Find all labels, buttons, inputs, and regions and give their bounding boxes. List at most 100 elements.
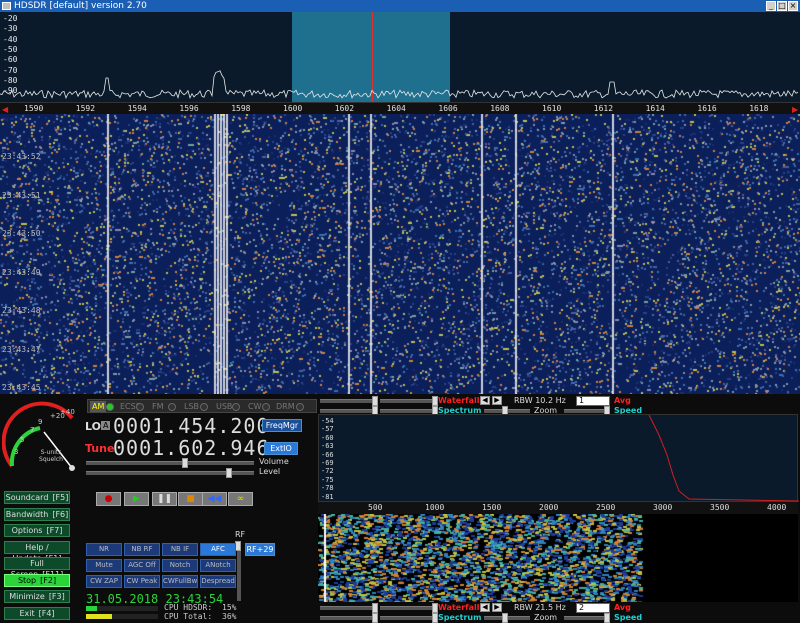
menu-key: [F7]: [46, 526, 63, 535]
dsp-cwfullbw-button[interactable]: CWFullBw: [162, 575, 198, 588]
af-spectrum-offset-slider[interactable]: [380, 613, 438, 623]
play-button[interactable]: ▶: [124, 492, 149, 506]
rf-label: RF: [235, 530, 246, 539]
audio-db-label: -63: [321, 442, 334, 451]
dsp-agc-off-button[interactable]: AGC Off: [124, 559, 160, 572]
smeter-tick-7: 7: [30, 426, 35, 434]
dsp-cw-peak-button[interactable]: CW Peak: [124, 575, 160, 588]
rf-waterfall-offset-slider[interactable]: [380, 396, 438, 406]
menu-key: [F6]: [52, 509, 69, 519]
dsp-despread-button[interactable]: Despread: [200, 575, 236, 588]
waterfall-timestamp: 23:43:51: [2, 190, 41, 200]
audio-axis-label: 3500: [710, 503, 730, 512]
af-display-controls-row1: Waterfall ◀ ▶ RBW 21.5 Hz 2 Avg: [318, 603, 798, 613]
dsp-nr-button[interactable]: NR: [86, 543, 122, 556]
smeter-tick-5: 5: [20, 436, 25, 444]
cpu-total-bar: [86, 614, 158, 619]
extio-button[interactable]: ExtIO: [264, 442, 298, 455]
scroll-right-icon[interactable]: ▶: [792, 105, 798, 114]
freq-label: 1602: [334, 104, 355, 113]
rf-waterfall-contrast-slider[interactable]: [320, 396, 378, 406]
waterfall-timestamp: 23:43:47: [2, 344, 41, 354]
menu-label: Stop: [17, 575, 37, 585]
dsp-nb-rf-button[interactable]: NB RF: [124, 543, 160, 556]
rbw-select-bottom[interactable]: 2: [576, 603, 610, 613]
audio-db-label: -81: [321, 492, 334, 501]
audio-waterfall[interactable]: [318, 514, 798, 602]
menu-stop-button[interactable]: Stop [F2]: [4, 573, 70, 587]
audio-axis-label: 3000: [653, 503, 673, 512]
stop-playback-button[interactable]: ■: [178, 492, 203, 506]
lo-frequency[interactable]: 0001.454.200: [113, 414, 270, 438]
waterfall-timestamp: 23:43:52: [2, 152, 41, 161]
rf-spectrum-contrast-slider[interactable]: [320, 406, 378, 416]
rf-gain-value[interactable]: RF+29: [245, 543, 275, 556]
lo-badge[interactable]: A: [101, 421, 111, 430]
record-button[interactable]: ●: [96, 492, 121, 506]
rf-zoom-right-button[interactable]: ▶: [492, 396, 502, 405]
tune-frequency[interactable]: 0001.602.946: [113, 436, 270, 460]
mode-lsb-lamp: [200, 403, 208, 411]
af-spectrum-contrast-slider[interactable]: [320, 613, 378, 623]
freq-label: 1594: [127, 104, 147, 113]
audio-axis-label: 1500: [482, 503, 502, 512]
af-speed-slider[interactable]: [564, 613, 610, 623]
audio-axis-label: 500: [368, 503, 383, 512]
scroll-left-icon[interactable]: ◀: [2, 105, 8, 114]
menu-minimize-button[interactable]: Minimize [F3]: [4, 590, 70, 603]
af-waterfall-contrast-slider[interactable]: [320, 603, 378, 613]
mode-cw[interactable]: CW: [248, 401, 262, 412]
af-display-controls-row2: Spectrum Zoom Speed: [318, 613, 798, 623]
rbw-select-top[interactable]: 1: [576, 396, 610, 406]
af-zoom-slider[interactable]: [484, 613, 530, 623]
menu-full-screen-button[interactable]: Full Screen[F11]: [4, 557, 70, 579]
rf-zoom-slider[interactable]: [484, 406, 530, 416]
rf-gain-slider[interactable]: [235, 541, 241, 601]
dsp-mute-button[interactable]: Mute: [86, 559, 122, 572]
audio-db-label: -72: [321, 467, 334, 476]
mode-cw-lamp: [262, 403, 270, 411]
maximize-window-button[interactable]: □: [777, 1, 787, 11]
freq-label: 1610: [542, 104, 562, 113]
dsp-afc-button[interactable]: AFC: [200, 543, 236, 556]
rf-waterfall[interactable]: 23:43:52 23:43:51 23:43:50 23:43:49 23:43:48…: [0, 114, 800, 394]
freq-label: 1606: [438, 104, 458, 113]
menu-key: [F5]: [52, 493, 69, 502]
rf-spectrum-offset-slider[interactable]: [380, 406, 438, 416]
mode-drm[interactable]: DRM: [276, 401, 295, 412]
minimize-window-button[interactable]: _: [766, 1, 776, 11]
freqmgr-button[interactable]: FreqMgr: [262, 419, 302, 432]
mode-usb[interactable]: USB: [216, 401, 232, 412]
level-slider[interactable]: [86, 468, 254, 478]
mode-lsb[interactable]: LSB: [184, 401, 199, 412]
menu-bandwidth-button[interactable]: Bandwidth [F6]: [4, 507, 70, 521]
tune-label: Tune: [85, 442, 115, 455]
menu-soundcard-button[interactable]: Soundcard [F5]: [4, 491, 70, 504]
dsp-anotch-button[interactable]: ANotch: [200, 559, 236, 572]
volume-slider[interactable]: [86, 458, 254, 468]
rf-speed-slider[interactable]: [564, 406, 610, 416]
rf-spectrum[interactable]: -20 -30 -40 -50 -60 -70 -80 -90: [0, 12, 800, 102]
mode-am[interactable]: AM: [90, 401, 107, 412]
dsp-cw-zap-button[interactable]: CW ZAP: [86, 575, 122, 588]
af-zoom-right-button[interactable]: ▶: [492, 603, 502, 612]
audio-spectrum[interactable]: -54 -57 -60 -63 -66 -69 -72 -75 -78 -81: [318, 414, 799, 502]
dsp-nb-if-button[interactable]: NB IF: [162, 543, 198, 556]
af-zoom-left-button[interactable]: ◀: [480, 603, 490, 612]
cpu-hdsdr-label: CPU HDSDR:: [164, 603, 213, 612]
pause-button[interactable]: ❚❚: [152, 492, 177, 506]
dsp-notch-button[interactable]: Notch: [162, 559, 198, 572]
rewind-button[interactable]: ◀◀: [202, 492, 227, 506]
rf-zoom-left-button[interactable]: ◀: [480, 396, 490, 405]
af-waterfall-offset-slider[interactable]: [380, 603, 438, 613]
mode-usb-lamp: [232, 403, 240, 411]
menu-exit-button[interactable]: Exit [F4]: [4, 606, 70, 620]
db-label: -40: [3, 34, 18, 44]
freq-label: 1608: [490, 104, 510, 113]
mode-fm[interactable]: FM: [152, 401, 164, 412]
loop-button[interactable]: ∞: [228, 492, 253, 506]
close-window-button[interactable]: ×: [788, 1, 798, 11]
smeter-tick-40: +40: [60, 408, 75, 416]
menu-options-button[interactable]: Options [F7]: [4, 524, 70, 537]
menu-help-update-button[interactable]: Help / Update[F1]: [4, 540, 70, 563]
